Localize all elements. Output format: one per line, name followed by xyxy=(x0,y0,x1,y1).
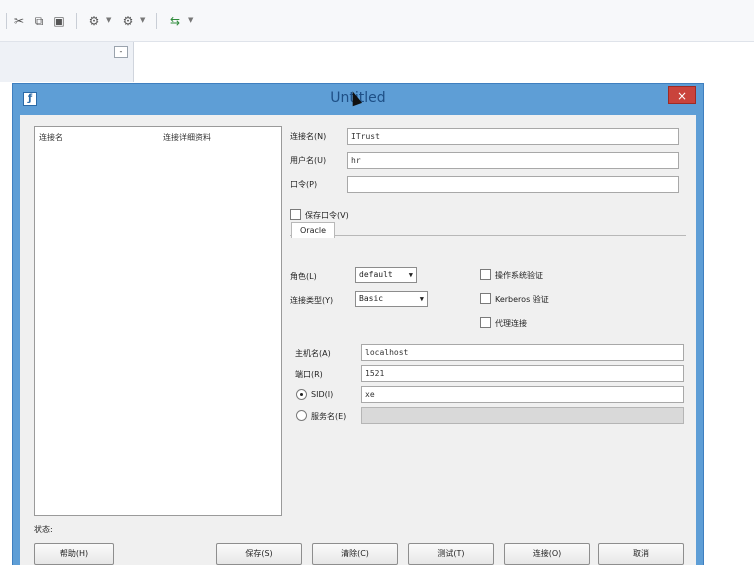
proxy-checkbox[interactable] xyxy=(480,317,491,328)
port-label: 端口(R) xyxy=(295,370,323,379)
sid-input[interactable]: xe xyxy=(361,386,684,403)
paste-icon[interactable]: ▣ xyxy=(52,13,66,29)
gear-icon[interactable]: ⚙ xyxy=(86,13,102,29)
username-input[interactable]: hr xyxy=(347,152,679,169)
role-label: 角色(L) xyxy=(290,272,317,281)
save-password-checkbox[interactable] xyxy=(290,209,301,220)
port-input[interactable]: 1521 xyxy=(361,365,684,382)
kerberos-label: Kerberos 验证 xyxy=(495,295,549,304)
service-name-label: 服务名(E) xyxy=(311,412,347,421)
connection-name-input[interactable]: ITrust xyxy=(347,128,679,145)
test-button[interactable]: 测试(T) xyxy=(408,543,494,565)
host-label: 主机名(A) xyxy=(295,349,331,358)
dialog-client: 连接名 连接详细资料 连接名(N) ITrust 用户名(U) hr 口令(P)… xyxy=(20,115,696,565)
connect-icon[interactable]: ⇆ xyxy=(166,13,184,29)
toolbar-separator xyxy=(76,13,77,29)
username-label: 用户名(U) xyxy=(290,156,327,165)
save-password-label: 保存口令(V) xyxy=(305,211,349,220)
help-button[interactable]: 帮助(H) xyxy=(34,543,114,565)
new-connection-dialog: ƒ Untitled × 连接名 连接详细资料 连接名(N) ITrust 用户… xyxy=(12,83,704,565)
connection-list[interactable]: 连接名 连接详细资料 xyxy=(34,126,282,516)
connection-type-value: Basic xyxy=(359,294,384,303)
chevron-down-icon[interactable]: ▼ xyxy=(106,16,111,24)
connection-type-select[interactable]: Basic ▼ xyxy=(355,291,428,307)
host-input[interactable]: localhost xyxy=(361,344,684,361)
password-label: 口令(P) xyxy=(290,180,318,189)
os-auth-label: 操作系统验证 xyxy=(495,271,543,280)
tab-strip xyxy=(290,235,686,236)
connect-button[interactable]: 连接(O) xyxy=(504,543,590,565)
save-button[interactable]: 保存(S) xyxy=(216,543,302,565)
cut-icon[interactable]: ✂ xyxy=(12,13,26,29)
close-button[interactable]: × xyxy=(668,86,696,104)
status-label: 状态: xyxy=(34,525,53,534)
password-input[interactable] xyxy=(347,176,679,193)
chevron-down-icon: ▼ xyxy=(419,295,424,303)
app-toolbar: ✂ ⧉ ▣ ⚙ ▼ ⚙ ▼ ⇆ ▼ xyxy=(0,0,754,42)
service-name-input[interactable] xyxy=(361,407,684,424)
role-value: default xyxy=(359,270,393,279)
side-panel: - xyxy=(0,42,134,82)
editor-area xyxy=(134,42,754,82)
os-auth-checkbox[interactable] xyxy=(480,269,491,280)
minimize-panel-button[interactable]: - xyxy=(114,46,128,58)
column-header-name[interactable]: 连接名 xyxy=(39,132,63,143)
gear-icon[interactable]: ⚙ xyxy=(120,13,136,29)
toolbar-separator xyxy=(6,13,7,29)
role-select[interactable]: default ▼ xyxy=(355,267,417,283)
copy-icon[interactable]: ⧉ xyxy=(32,13,46,29)
connection-type-label: 连接类型(Y) xyxy=(290,296,334,305)
cancel-button[interactable]: 取消 xyxy=(598,543,684,565)
chevron-down-icon: ▼ xyxy=(408,271,413,279)
proxy-label: 代理连接 xyxy=(495,319,527,328)
chevron-down-icon[interactable]: ▼ xyxy=(140,16,145,24)
tab-oracle[interactable]: Oracle xyxy=(291,222,335,238)
clear-button[interactable]: 清除(C) xyxy=(312,543,398,565)
sid-label: SID(I) xyxy=(311,390,334,399)
sid-radio[interactable] xyxy=(296,389,307,400)
kerberos-checkbox[interactable] xyxy=(480,293,491,304)
connection-name-label: 连接名(N) xyxy=(290,132,327,141)
column-header-details[interactable]: 连接详细资料 xyxy=(163,132,211,143)
service-name-radio[interactable] xyxy=(296,410,307,421)
toolbar-separator xyxy=(156,13,157,29)
chevron-down-icon[interactable]: ▼ xyxy=(188,16,193,24)
